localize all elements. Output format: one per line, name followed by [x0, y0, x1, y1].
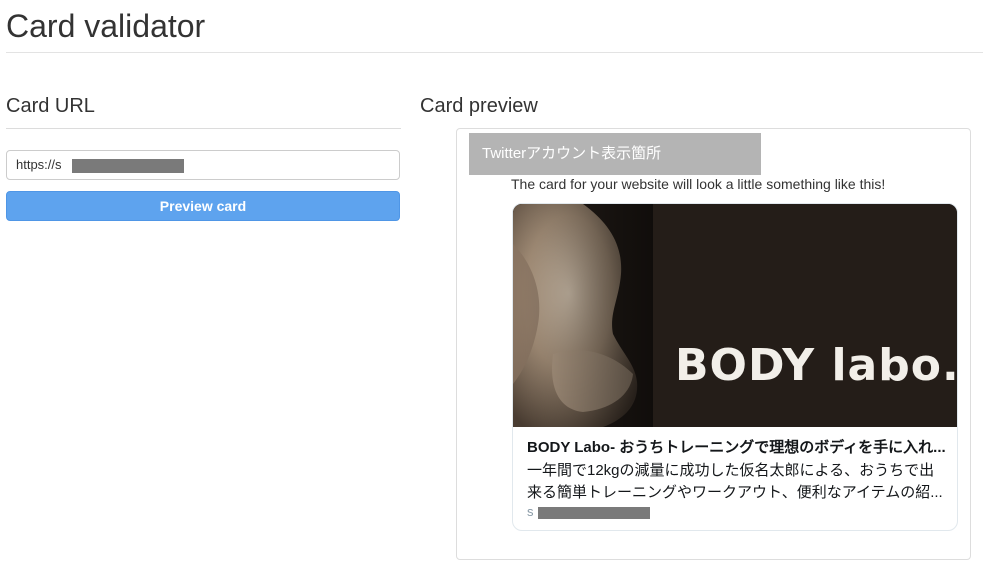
tweet-text: The card for your website will look a li…: [511, 176, 886, 192]
card-url-section: Card URL https://s Preview card: [6, 90, 401, 221]
twitter-card[interactable]: BODY labo. BODY Labo- おうちトレーニングで理想のボディを手…: [512, 203, 958, 531]
card-preview-section: Card preview: [420, 90, 985, 122]
twitter-account-overlay: Twitterアカウント表示箇所: [469, 133, 761, 175]
card-url-value: https://s: [16, 157, 62, 172]
card-url-heading: Card URL: [6, 95, 95, 117]
domain-redaction: [538, 507, 650, 519]
card-image-graphic: BODY labo.: [513, 204, 958, 427]
page-title: Card validator: [6, 8, 206, 44]
card-image: BODY labo.: [513, 204, 958, 427]
card-url-input[interactable]: https://s: [6, 150, 400, 180]
card-title: BODY Labo- おうちトレーニングで理想のボディを手に入れ...: [527, 439, 946, 456]
card-url-divider: [6, 128, 401, 129]
card-image-brand-text: BODY labo.: [675, 340, 958, 391]
preview-card-button[interactable]: Preview card: [6, 191, 400, 221]
card-domain: s: [527, 504, 534, 519]
title-divider: [6, 52, 983, 53]
card-description: 一年間で12kgの減量に成功した仮名太郎による、おうちで出来る簡単トレーニングや…: [527, 462, 943, 501]
card-preview-heading: Card preview: [420, 95, 538, 117]
url-redaction: [72, 159, 184, 173]
